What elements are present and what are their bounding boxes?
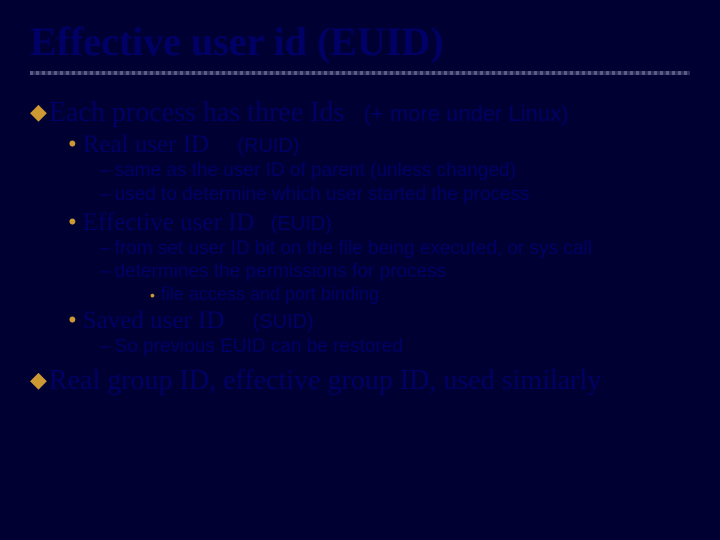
bullet-text: Real group ID, effective group ID, used … [49,365,601,396]
item-tag: (SUID) [253,311,314,333]
item-suid: •Saved user ID (SUID) [68,307,690,335]
ruid-detail-2: –used to determine which user started th… [100,183,690,207]
title-divider [30,71,690,75]
bullet-text: Each process has three Ids [49,97,344,128]
item-label: Effective user ID [83,209,255,236]
bullet-icon: • [68,131,77,158]
item-label: Saved user ID [83,307,225,334]
bullet-icon: • [150,287,155,303]
suid-detail-1: –So previous EUID can be restored [100,335,690,359]
euid-detail-2a: •file access and port binding [150,284,690,305]
diamond-icon: ◆ [30,99,47,124]
bullet-icon: • [68,209,77,236]
euid-detail-2: –determines the permissions for process [100,260,690,284]
diamond-icon: ◆ [30,367,47,392]
item-euid: •Effective user ID (EUID) [68,209,690,237]
euid-detail-1: –from set user ID bit on the file being … [100,237,690,261]
item-tag: (EUID) [271,213,332,235]
ruid-detail-1: –same as the user ID of parent (unless c… [100,159,690,183]
bullet-note: (+ more under Linux) [351,101,568,126]
item-label: Real user ID [83,131,209,158]
slide-title: Effective user id (EUID) [30,18,690,65]
slide: Effective user id (EUID) ◆Each process h… [0,0,720,397]
item-ruid: •Real user ID (RUID) [68,131,690,159]
bullet-icon: • [68,307,77,334]
bullet-group-id: ◆Real group ID, effective group ID, used… [30,365,690,397]
item-tag: (RUID) [237,135,299,157]
bullet-each-process: ◆Each process has three Ids (+ more unde… [30,97,690,129]
